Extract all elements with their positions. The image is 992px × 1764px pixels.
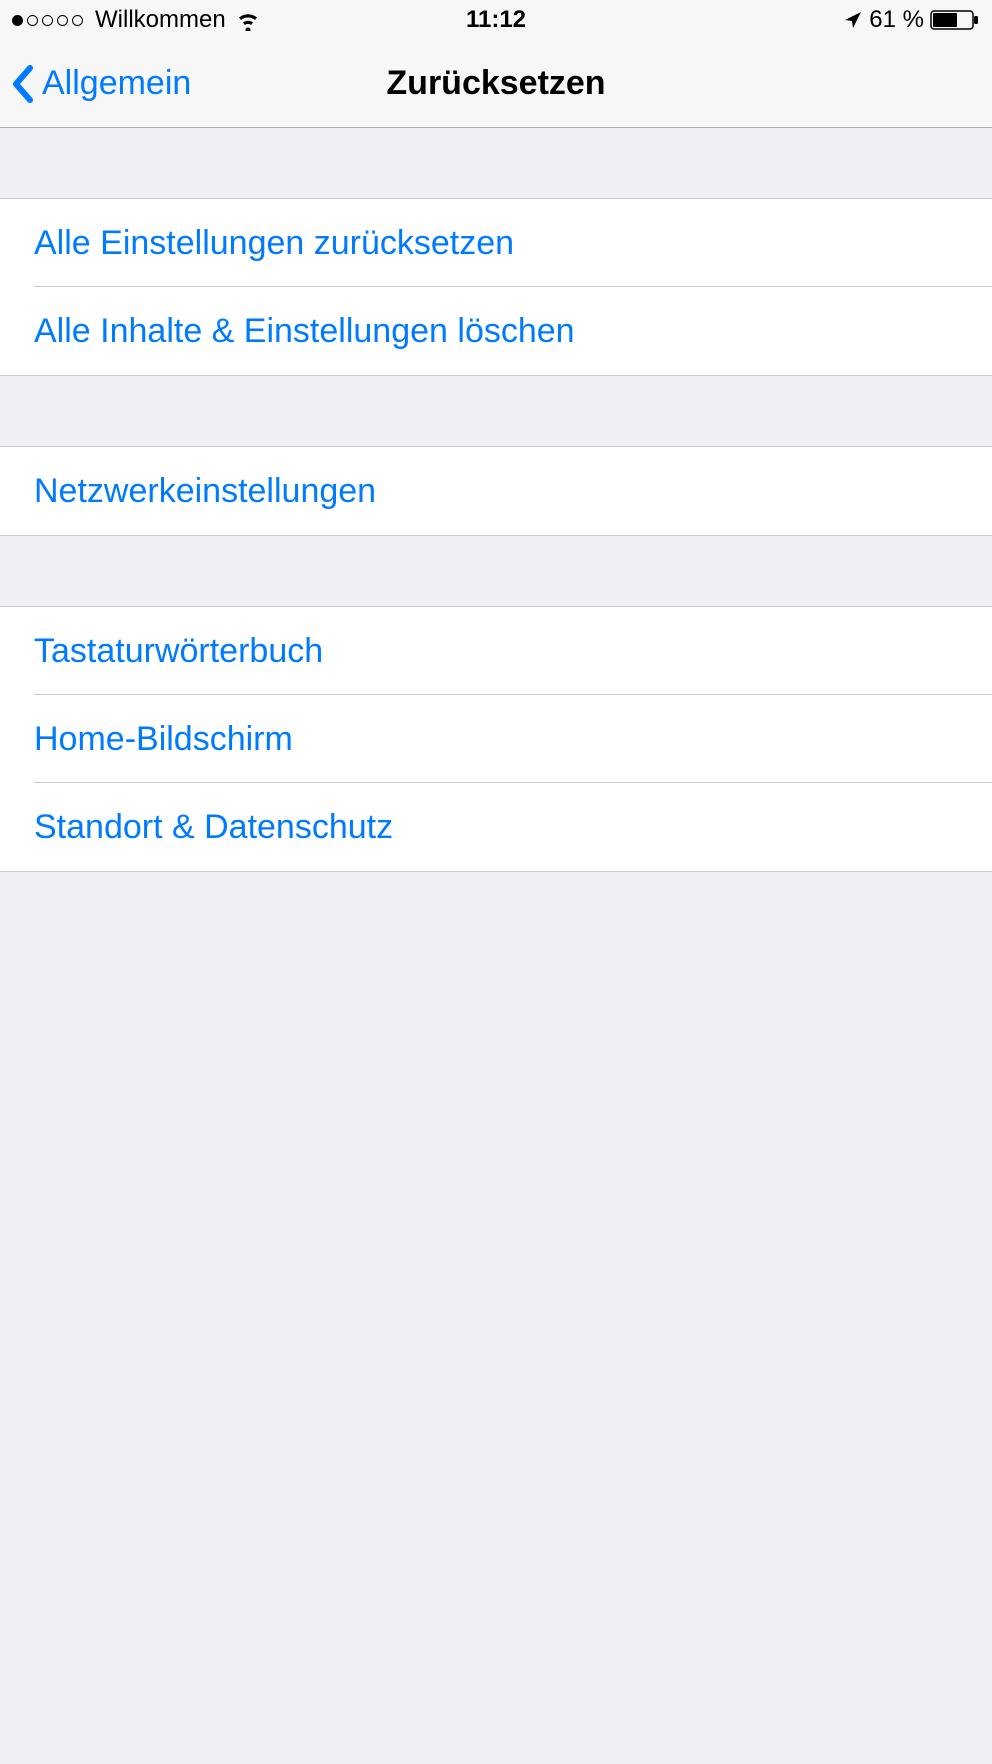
back-label: Allgemein xyxy=(42,64,191,103)
chevron-left-icon xyxy=(10,64,34,104)
section-2: Netzwerkeinstellungen xyxy=(0,446,992,536)
list-item-label: Alle Inhalte & Einstellungen löschen xyxy=(34,312,575,351)
reset-network-item[interactable]: Netzwerkeinstellungen xyxy=(0,447,992,535)
list-item-label: Standort & Datenschutz xyxy=(34,808,393,847)
signal-strength-icon xyxy=(12,15,83,26)
back-button[interactable]: Allgemein xyxy=(0,64,191,104)
reset-location-privacy-item[interactable]: Standort & Datenschutz xyxy=(0,783,992,871)
erase-all-item[interactable]: Alle Inhalte & Einstellungen löschen xyxy=(0,287,992,375)
list-item-label: Alle Einstellungen zurücksetzen xyxy=(34,224,514,263)
status-left: Willkommen xyxy=(12,6,262,34)
nav-bar: Allgemein Zurücksetzen xyxy=(0,40,992,128)
battery-icon xyxy=(930,9,980,31)
location-icon xyxy=(843,10,863,30)
list-item-label: Home-Bildschirm xyxy=(34,720,293,759)
reset-home-item[interactable]: Home-Bildschirm xyxy=(0,695,992,783)
status-time: 11:12 xyxy=(466,6,526,34)
section-3: Tastaturwörterbuch Home-Bildschirm Stand… xyxy=(0,606,992,872)
page-title: Zurücksetzen xyxy=(386,64,605,103)
section-gap xyxy=(0,376,992,446)
content: Alle Einstellungen zurücksetzen Alle Inh… xyxy=(0,128,992,872)
reset-keyboard-item[interactable]: Tastaturwörterbuch xyxy=(0,607,992,695)
section-gap xyxy=(0,536,992,606)
battery-percent: 61 % xyxy=(869,6,924,34)
wifi-icon xyxy=(234,9,262,31)
status-bar: Willkommen 11:12 61 % xyxy=(0,0,992,40)
carrier-label: Willkommen xyxy=(95,6,226,34)
reset-all-settings-item[interactable]: Alle Einstellungen zurücksetzen xyxy=(0,199,992,287)
list-item-label: Netzwerkeinstellungen xyxy=(34,472,376,511)
section-1: Alle Einstellungen zurücksetzen Alle Inh… xyxy=(0,198,992,376)
section-gap xyxy=(0,128,992,198)
status-right: 61 % xyxy=(843,6,980,34)
list-item-label: Tastaturwörterbuch xyxy=(34,632,323,671)
